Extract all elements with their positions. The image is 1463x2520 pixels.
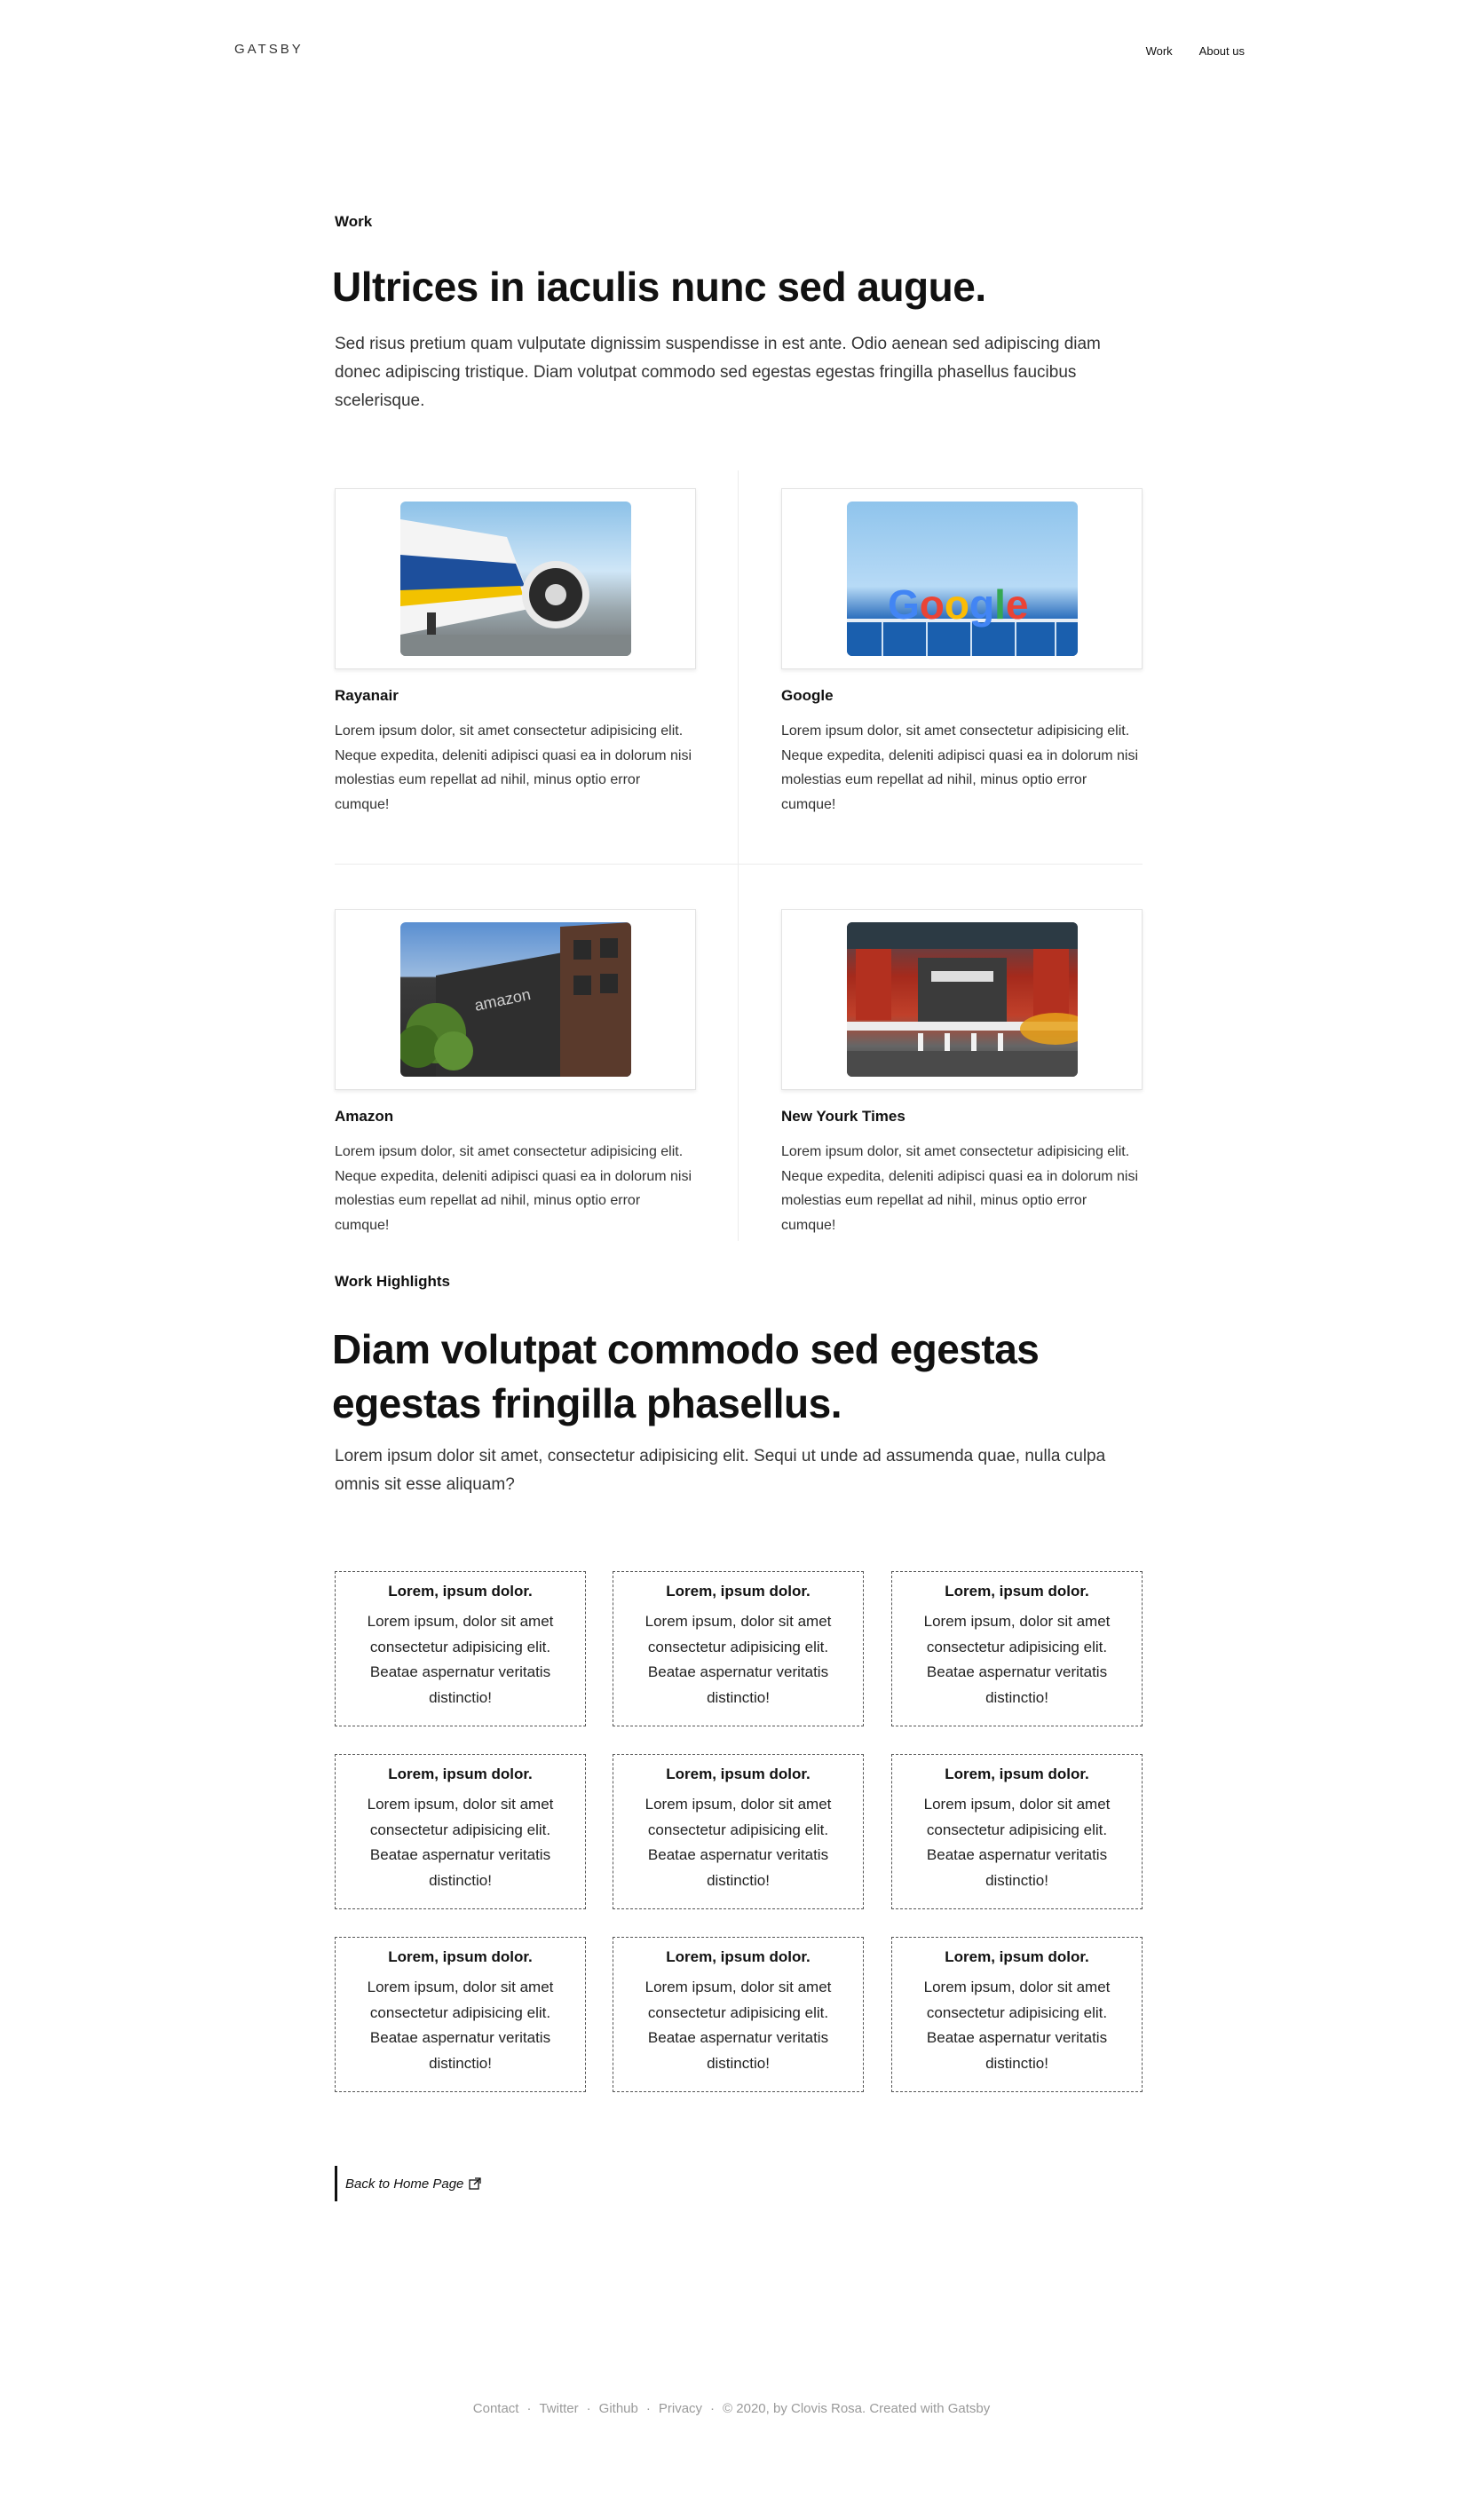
main-nav: Work About us xyxy=(1146,44,1245,58)
highlight-card: Lorem, ipsum dolor. Lorem ipsum, dolor s… xyxy=(335,1937,586,2092)
grid-divider-vertical xyxy=(738,470,739,1241)
new-york-times-building-photo xyxy=(846,922,1078,1077)
work-grid: Rayanair Lorem ipsum dolor, sit amet con… xyxy=(335,470,1143,1241)
external-link-icon xyxy=(469,2177,482,2190)
back-to-home-label: Back to Home Page xyxy=(345,2176,464,2192)
highlight-card: Lorem, ipsum dolor. Lorem ipsum, dolor s… xyxy=(891,1937,1143,2092)
highlight-text: Lorem ipsum, dolor sit amet consectetur … xyxy=(923,1613,1111,1706)
footer-separator: · xyxy=(645,2401,651,2416)
grid-divider-horizontal xyxy=(335,864,1143,865)
highlight-title: Lorem, ipsum dolor. xyxy=(388,1766,533,1782)
work-card-new-york-times[interactable]: New Yourk Times Lorem ipsum dolor, sit a… xyxy=(781,909,1143,1237)
back-to-home-link[interactable]: Back to Home Page xyxy=(335,2166,482,2201)
highlight-text: Lorem ipsum, dolor sit amet consectetur … xyxy=(645,1613,832,1706)
google-logo-letter: G xyxy=(888,581,920,628)
card-description: Lorem ipsum dolor, sit amet consectetur … xyxy=(781,1144,1139,1233)
highlight-text: Lorem ipsum, dolor sit amet consectetur … xyxy=(367,1796,554,1889)
highlight-text: Lorem ipsum, dolor sit amet consectetur … xyxy=(645,1979,832,2072)
highlights-lead: Lorem ipsum dolor sit amet, consectetur … xyxy=(335,1447,1106,1494)
highlight-title: Lorem, ipsum dolor. xyxy=(388,1583,533,1600)
card-image-frame: amazon xyxy=(335,909,696,1090)
highlights-eyebrow: Work Highlights xyxy=(335,1273,451,1290)
highlight-title: Lorem, ipsum dolor. xyxy=(666,1583,811,1600)
work-headline: Ultrices in iaculis nunc sed augue. xyxy=(332,264,986,310)
highlights-headline: Diam volutpat commodo sed egestas egesta… xyxy=(332,1323,1131,1431)
highlight-text: Lorem ipsum, dolor sit amet consectetur … xyxy=(367,1979,554,2072)
svg-text:Google: Google xyxy=(888,581,1028,628)
highlight-title: Lorem, ipsum dolor. xyxy=(945,1583,1089,1600)
highlight-card: Lorem, ipsum dolor. Lorem ipsum, dolor s… xyxy=(335,1571,586,1726)
card-image-frame xyxy=(781,909,1143,1090)
highlight-title: Lorem, ipsum dolor. xyxy=(388,1948,533,1965)
footer-separator: · xyxy=(710,2401,716,2416)
card-image-frame: Google xyxy=(781,488,1143,669)
airplane-photo xyxy=(399,502,631,656)
highlight-card: Lorem, ipsum dolor. Lorem ipsum, dolor s… xyxy=(613,1937,864,2092)
highlight-card: Lorem, ipsum dolor. Lorem ipsum, dolor s… xyxy=(613,1754,864,1909)
card-description: Lorem ipsum dolor, sit amet consectetur … xyxy=(781,723,1139,812)
highlight-card: Lorem, ipsum dolor. Lorem ipsum, dolor s… xyxy=(891,1754,1143,1909)
work-eyebrow: Work xyxy=(335,213,373,230)
highlight-card: Lorem, ipsum dolor. Lorem ipsum, dolor s… xyxy=(891,1571,1143,1726)
highlights-headline-line-2: egestas fringilla phasellus. xyxy=(332,1380,842,1426)
highlight-title: Lorem, ipsum dolor. xyxy=(945,1948,1089,1965)
highlight-title: Lorem, ipsum dolor. xyxy=(666,1948,811,1965)
highlight-title: Lorem, ipsum dolor. xyxy=(945,1766,1089,1782)
footer-link-contact[interactable]: Contact xyxy=(473,2401,519,2416)
footer-link-twitter[interactable]: Twitter xyxy=(539,2401,578,2416)
highlights-headline-line-1: Diam volutpat commodo sed egestas xyxy=(332,1326,1040,1372)
card-description: Lorem ipsum dolor, sit amet consectetur … xyxy=(335,1144,692,1233)
work-lead: Sed risus pretium quam vulputate digniss… xyxy=(335,335,1101,410)
card-image-frame xyxy=(335,488,696,669)
card-title: Amazon xyxy=(335,1108,394,1125)
footer-link-github[interactable]: Github xyxy=(599,2401,638,2416)
card-title: Rayanair xyxy=(335,687,399,704)
highlight-text: Lorem ipsum, dolor sit amet consectetur … xyxy=(923,1979,1111,2072)
work-card-amazon[interactable]: amazon Amazon Lorem ipsum dolor, sit ame… xyxy=(335,909,696,1237)
highlight-text: Lorem ipsum, dolor sit amet consectetur … xyxy=(367,1613,554,1706)
highlight-card: Lorem, ipsum dolor. Lorem ipsum, dolor s… xyxy=(335,1754,586,1909)
amazon-building-photo: amazon xyxy=(399,922,631,1077)
highlight-title: Lorem, ipsum dolor. xyxy=(666,1766,811,1782)
site-header: GATSBY Work About us xyxy=(0,0,1463,107)
work-card-rayanair[interactable]: Rayanair Lorem ipsum dolor, sit amet con… xyxy=(335,488,696,817)
card-title: Google xyxy=(781,687,834,704)
footer-link-privacy[interactable]: Privacy xyxy=(659,2401,702,2416)
site-footer: Contact · Twitter · Github · Privacy · © 2020, b… xyxy=(0,2401,1463,2416)
work-card-google[interactable]: Google Google Lorem ipsum dolor, sit ame… xyxy=(781,488,1143,817)
card-description: Lorem ipsum dolor, sit amet consectetur … xyxy=(335,723,692,812)
footer-separator: · xyxy=(526,2401,532,2416)
nav-item-work[interactable]: Work xyxy=(1146,44,1173,58)
highlight-card: Lorem, ipsum dolor. Lorem ipsum, dolor s… xyxy=(613,1571,864,1726)
footer-copyright: © 2020, by Clovis Rosa. Created with Gat… xyxy=(723,2401,991,2416)
highlight-text: Lorem ipsum, dolor sit amet consectetur … xyxy=(923,1796,1111,1889)
google-building-photo: Google xyxy=(846,502,1078,656)
brand-logo[interactable]: GATSBY xyxy=(234,42,304,57)
footer-separator: · xyxy=(586,2401,591,2416)
highlight-text: Lorem ipsum, dolor sit amet consectetur … xyxy=(645,1796,832,1889)
card-title: New Yourk Times xyxy=(781,1108,905,1125)
nav-item-about-us[interactable]: About us xyxy=(1199,44,1245,58)
